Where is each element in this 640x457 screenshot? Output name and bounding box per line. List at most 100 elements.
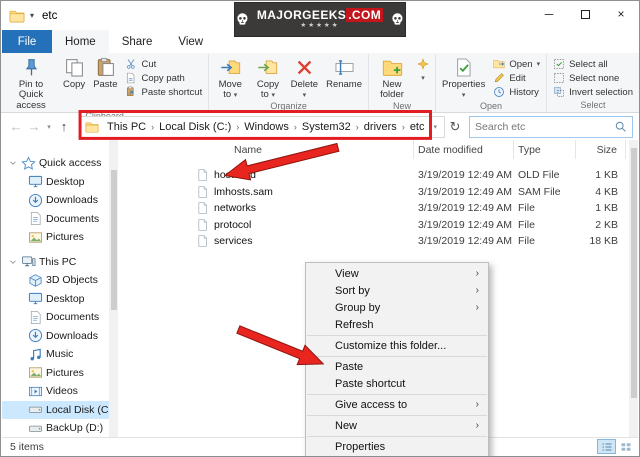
search-input[interactable]: [475, 120, 614, 133]
sidebar-item-3d-objects[interactable]: 3D Objects: [2, 271, 109, 290]
sidebar-scrollbar[interactable]: [109, 140, 118, 437]
maximize-button[interactable]: [567, 1, 603, 27]
breadcrumb-item-windows[interactable]: Windows: [239, 121, 294, 133]
details-view-button[interactable]: [597, 439, 616, 454]
back-button[interactable]: ←: [7, 119, 25, 134]
cut-button[interactable]: Cut: [121, 57, 206, 71]
menu-separator: [307, 435, 487, 437]
open-button[interactable]: Open ▾: [489, 57, 544, 71]
forward-button[interactable]: →: [25, 119, 43, 134]
list-scrollbar[interactable]: [629, 140, 638, 437]
sidebar-item-downloads[interactable]: Downloads: [2, 191, 109, 210]
sidebar-item-this-pc[interactable]: This PC: [2, 253, 109, 272]
file-row-hosts-old[interactable]: hosts.old 3/19/2019 12:49 AM OLD File 1 KB: [118, 167, 629, 184]
tab-view[interactable]: View: [165, 30, 216, 53]
address-box[interactable]: This PC › Local Disk (C:) › Windows › System32…: [79, 115, 446, 138]
file-row-services[interactable]: services 3/19/2019 12:49 AM File 18 KB: [118, 233, 629, 250]
tab-share[interactable]: Share: [109, 30, 166, 53]
rename-button[interactable]: Rename: [322, 54, 366, 101]
menu-item-view[interactable]: View ›: [306, 265, 488, 282]
close-button[interactable]: ×: [603, 1, 639, 27]
paste-shortcut-button[interactable]: Paste shortcut: [121, 85, 206, 99]
breadcrumb-item-drivers[interactable]: drivers: [359, 121, 402, 133]
file-row-lmhosts-sam[interactable]: lmhosts.sam 3/19/2019 12:49 AM SAM File 4 K…: [118, 184, 629, 201]
sidebar-item-music[interactable]: Music: [2, 345, 109, 364]
sidebar-item-pictures[interactable]: Pictures: [2, 228, 109, 247]
invert-selection-button[interactable]: Invert selection: [549, 85, 637, 99]
menu-item-give-access-to[interactable]: Give access to ›: [306, 396, 488, 413]
file-icon: [196, 201, 209, 215]
breadcrumb-item-system32[interactable]: System32: [297, 121, 356, 133]
file-row-protocol[interactable]: protocol 3/19/2019 12:49 AM File 2 KB: [118, 217, 629, 234]
tab-home[interactable]: Home: [52, 30, 109, 53]
delete-icon: [294, 57, 315, 78]
delete-button[interactable]: Delete ▾: [287, 54, 322, 101]
maximize-icon: [580, 9, 590, 19]
history-button[interactable]: History: [489, 85, 544, 99]
edit-button[interactable]: Edit: [489, 71, 544, 85]
refresh-button[interactable]: ↻: [445, 119, 465, 135]
quick-access-toolbar-dropdown-icon[interactable]: ▾: [30, 11, 34, 20]
file-row-networks[interactable]: networks 3/19/2019 12:49 AM File 1 KB: [118, 200, 629, 217]
tab-file[interactable]: File: [2, 30, 52, 53]
picture-icon: [28, 230, 43, 245]
copy-button[interactable]: Copy: [59, 54, 89, 111]
recent-locations-dropdown-icon[interactable]: ▾: [43, 123, 55, 131]
sidebar-item-documents[interactable]: Documents: [2, 210, 109, 229]
copy-to-button[interactable]: Copy to ▾: [249, 54, 286, 101]
breadcrumb-item-this-pc[interactable]: This PC: [102, 121, 151, 133]
scrollbar-thumb[interactable]: [110, 170, 117, 310]
menu-item-sort-by[interactable]: Sort by ›: [306, 282, 488, 299]
sidebar-item-pictures[interactable]: Pictures: [2, 364, 109, 383]
pin-to-quick-access-button[interactable]: Pin to Quick access: [3, 54, 59, 111]
search-box[interactable]: [469, 115, 633, 138]
menu-item-new[interactable]: New ›: [306, 417, 488, 434]
new-folder-button[interactable]: New folder: [371, 54, 413, 101]
up-button[interactable]: ↑: [55, 119, 73, 134]
file-size: 4 KB: [595, 185, 618, 198]
address-dropdown-icon[interactable]: ▾: [430, 123, 442, 131]
paste-button[interactable]: Paste: [89, 54, 121, 111]
button-label: Edit: [509, 72, 526, 84]
sidebar-item-quick-access[interactable]: Quick access: [2, 154, 109, 173]
menu-item-properties[interactable]: Properties: [306, 438, 488, 455]
breadcrumb-item-local-disk-c[interactable]: Local Disk (C:): [154, 121, 236, 133]
search-icon[interactable]: [614, 120, 627, 133]
chevron-down-icon[interactable]: [8, 158, 18, 168]
column-header-name[interactable]: Name: [118, 140, 414, 159]
sidebar-item-desktop[interactable]: Desktop: [2, 173, 109, 192]
menu-item-paste-shortcut[interactable]: Paste shortcut: [306, 375, 488, 392]
select-all-button[interactable]: Select all: [549, 57, 637, 71]
column-header-date-modified[interactable]: Date modified: [414, 140, 514, 159]
sidebar-item-documents[interactable]: Documents: [2, 308, 109, 327]
chevron-down-icon[interactable]: [8, 257, 18, 267]
dropdown-arrow-icon: ▾: [461, 92, 466, 100]
menu-item-paste[interactable]: Paste: [306, 358, 488, 375]
sidebar-item-downloads[interactable]: Downloads: [2, 327, 109, 346]
sidebar-item-desktop[interactable]: Desktop: [2, 290, 109, 309]
properties-button[interactable]: Properties ▾: [438, 54, 489, 101]
sidebar-item-local-disk-c[interactable]: Local Disk (C:): [2, 400, 109, 419]
breadcrumb-item-etc[interactable]: etc: [405, 121, 430, 133]
select-none-button[interactable]: Select none: [549, 71, 637, 85]
copy-path-icon: [125, 72, 137, 84]
button-label: Pin to Quick access: [16, 79, 46, 111]
large-icons-view-button[interactable]: [616, 439, 635, 454]
majorgeeks-watermark: MAJORGEEKS .COM ★★★★★: [234, 2, 406, 37]
menu-item-label: New: [335, 419, 358, 432]
menu-item-customize-this-folder[interactable]: Customize this folder...: [306, 337, 488, 354]
sidebar-item-backup-d[interactable]: BackUp (D:): [2, 419, 109, 437]
sidebar-item-videos[interactable]: Videos: [2, 382, 109, 401]
move-to-button[interactable]: Move to ▾: [211, 54, 249, 101]
minimize-button[interactable]: ─: [531, 1, 567, 27]
column-header-type[interactable]: Type: [514, 140, 576, 159]
column-header-size[interactable]: Size: [576, 140, 626, 159]
scrollbar-thumb[interactable]: [630, 148, 637, 398]
menu-item-refresh[interactable]: Refresh: [306, 316, 488, 333]
sidebar-item-label: This PC: [39, 255, 77, 268]
file-name: protocol: [214, 218, 252, 231]
menu-item-group-by[interactable]: Group by ›: [306, 299, 488, 316]
copy-path-button[interactable]: Copy path: [121, 71, 206, 85]
sidebar-item-label: Documents: [46, 311, 100, 324]
new-item-button[interactable]: ▾: [413, 54, 433, 101]
